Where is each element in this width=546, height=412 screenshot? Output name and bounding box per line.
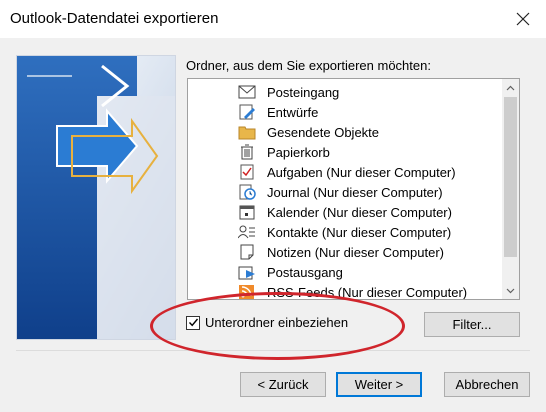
scroll-down-button[interactable] [502,282,519,299]
cancel-button[interactable]: Abbrechen [444,372,530,397]
filter-button[interactable]: Filter... [424,312,520,337]
dialog-title: Outlook-Datendatei exportieren [10,10,219,27]
folder-item-papierkorb[interactable]: Papierkorb [188,142,503,162]
folder-item-journal[interactable]: Journal (Nur dieser Computer) [188,182,503,202]
title-bar: Outlook-Datendatei exportieren [0,0,546,38]
folder-item-posteingang[interactable]: Posteingang [188,82,503,102]
folder-item-label: Gesendete Objekte [267,124,380,140]
close-icon [516,12,530,26]
folders-label: Ordner, aus dem Sie exportieren möchten: [186,58,431,73]
folder-item-kalender[interactable]: Kalender (Nur dieser Computer) [188,202,503,222]
folder-item-kontakte[interactable]: Kontakte (Nur dieser Computer) [188,222,503,242]
drafts-icon [238,104,256,120]
checkbox-box[interactable] [186,315,200,330]
folder-item-label: RSS-Feeds (Nur dieser Computer) [267,284,468,300]
notes-icon [238,244,256,260]
sent-folder-icon [238,124,256,140]
folder-item-label: Aufgaben (Nur dieser Computer) [267,164,456,180]
back-button[interactable]: < Zurück [240,372,326,397]
checkmark-icon [188,318,198,327]
export-dialog: Outlook-Datendatei exportieren Ordner, a… [0,0,546,412]
folder-item-label: Entwürfe [267,104,319,120]
folder-tree[interactable]: Posteingang Entwürfe Gesendete Objekte Papi… [187,78,520,300]
tasks-icon [238,164,256,180]
rss-icon [238,284,256,299]
include-subfolders-checkbox[interactable]: Unterordner einbeziehen [186,315,348,330]
folder-item-gesendete[interactable]: Gesendete Objekte [188,122,503,142]
chevron-up-icon [506,85,515,90]
scroll-thumb[interactable] [504,97,517,257]
chevron-down-icon [506,288,515,293]
folder-item-label: Postausgang [267,264,343,280]
folder-item-label: Posteingang [267,84,340,100]
folder-list-scrollbar[interactable] [502,79,519,299]
separator [16,350,530,351]
include-subfolders-label: Unterordner einbeziehen [205,315,349,330]
contacts-icon [237,224,256,240]
folder-item-label: Papierkorb [267,144,330,160]
folder-item-label: Journal (Nur dieser Computer) [267,184,443,200]
folder-item-postausgang[interactable]: Postausgang [188,262,503,282]
folder-item-aufgaben[interactable]: Aufgaben (Nur dieser Computer) [188,162,503,182]
folder-item-entwürfe[interactable]: Entwürfe [188,102,503,122]
close-button[interactable] [500,0,546,38]
folder-item-label: Notizen (Nur dieser Computer) [267,244,445,260]
scroll-up-button[interactable] [502,79,519,96]
journal-icon [238,184,256,200]
folder-item-rss-feeds[interactable]: RSS-Feeds (Nur dieser Computer) [188,282,503,300]
trash-icon [238,144,256,160]
inbox-icon [238,84,256,100]
wizard-illustration [16,55,176,340]
outbox-icon [238,264,256,280]
folder-item-label: Kontakte (Nur dieser Computer) [267,224,452,240]
calendar-icon [238,204,256,220]
next-button[interactable]: Weiter > [336,372,422,397]
folder-item-label: Kalender (Nur dieser Computer) [267,204,452,220]
folder-item-notizen[interactable]: Notizen (Nur dieser Computer) [188,242,503,262]
